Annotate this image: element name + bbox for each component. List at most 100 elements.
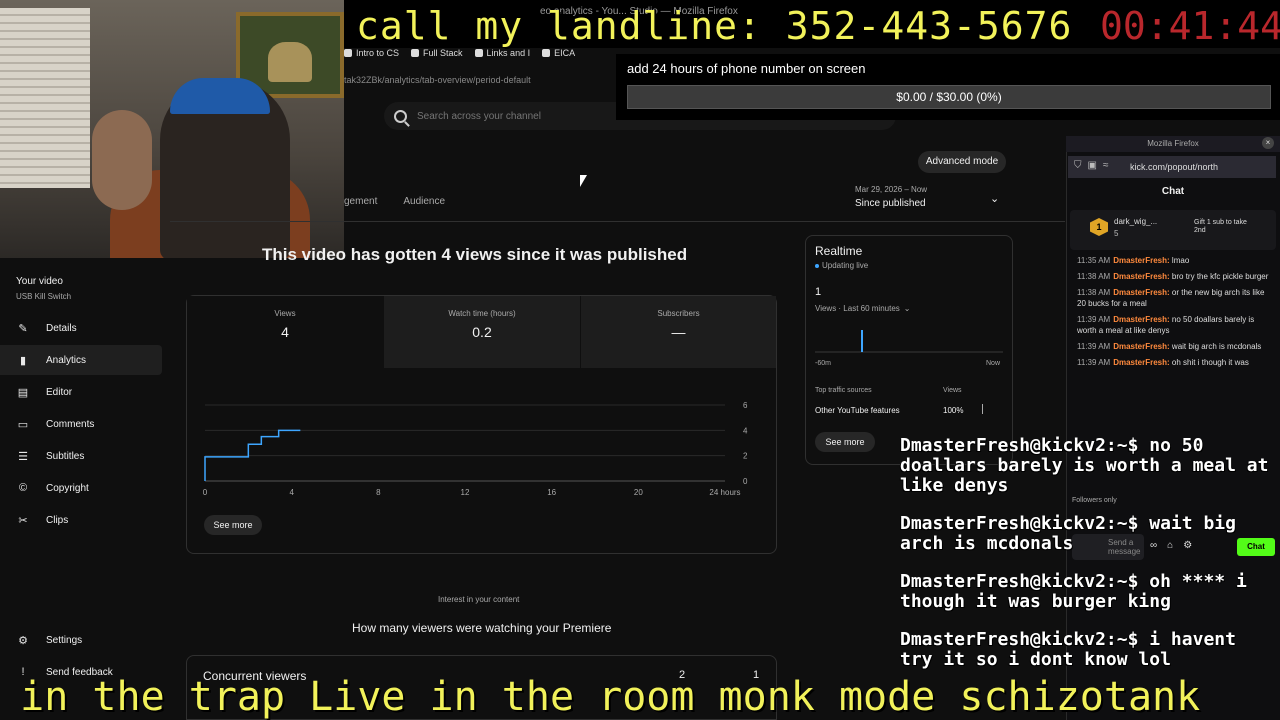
chevron-down-icon: ⌄ xyxy=(903,304,911,313)
lock-icon[interactable]: ▣ xyxy=(1088,160,1097,171)
traffic-source-bar xyxy=(982,404,983,414)
realtime-count: 1 xyxy=(815,286,822,298)
mouse-cursor-icon xyxy=(580,175,587,187)
chat-text: oh shit i though it was xyxy=(1171,358,1249,367)
chat-message: 11:38 AM DmasterFresh: bro try the kfc pi… xyxy=(1077,271,1273,282)
metric-value: 4 xyxy=(281,324,289,340)
chat-user[interactable]: DmasterFresh: xyxy=(1113,342,1169,351)
bookmark-icon xyxy=(344,49,352,57)
settings-label: Settings xyxy=(46,634,83,646)
tab-engagement[interactable]: gement xyxy=(344,196,377,207)
bookmark[interactable]: Intro to CS xyxy=(344,48,399,58)
gifter-count: 5 xyxy=(1114,229,1119,238)
interest-heading: Interest in your content xyxy=(438,595,520,604)
realtime-subtitle-text: Views · Last 60 minutes xyxy=(815,304,900,313)
metric-views[interactable]: Views 4 xyxy=(187,296,383,368)
pencil-icon: ✎ xyxy=(18,322,28,335)
nav-label: Copyright xyxy=(46,482,89,494)
goal-progress-text: $0.00 / $30.00 (0%) xyxy=(896,90,1002,104)
metric-subscribers[interactable]: Subscribers — xyxy=(581,296,776,368)
gift-sub-prompt[interactable]: Gift 1 sub to take 2nd xyxy=(1194,219,1260,235)
realtime-bar-chart xyxy=(815,330,1003,353)
ticker-text: e in the trap Live in the room monk mode… xyxy=(0,675,1201,720)
nav-label: Subtitles xyxy=(46,450,85,462)
chat-message: 11:39 AM DmasterFresh: oh shit i though i… xyxy=(1077,357,1273,368)
nav-item-subtitles[interactable]: ☰ Subtitles xyxy=(0,441,162,471)
raised-hand-image xyxy=(92,110,152,210)
bookmark[interactable]: EICA xyxy=(542,48,575,58)
live-dot-icon xyxy=(815,263,819,268)
permissions-icon[interactable]: ≈ xyxy=(1103,160,1109,171)
terminal-message: DmasterFresh@kickv2:~$ i havent try it s… xyxy=(900,630,1278,670)
terminal-prompt: DmasterFresh@kickv2:~$ xyxy=(900,571,1139,592)
chat-message: 11:35 AM DmasterFresh: lmao xyxy=(1077,255,1273,266)
nav-item-copyright[interactable]: © Copyright xyxy=(0,473,162,503)
blue-cap-image xyxy=(170,78,270,114)
url-bar[interactable]: tak32ZBk/analytics/tab-overview/period-d… xyxy=(344,70,624,90)
analytics-icon: ▮ xyxy=(19,354,27,367)
gear-icon: ⚙ xyxy=(18,634,28,647)
video-title: USB Kill Switch xyxy=(16,292,72,301)
nav-label: Clips xyxy=(46,514,69,526)
chat-header: Chat xyxy=(1161,186,1185,197)
views-headline: This video has gotten 4 views since it w… xyxy=(262,245,688,264)
goal-title: add 24 hours of phone number on screen xyxy=(627,61,866,76)
realtime-title: Realtime xyxy=(815,244,863,258)
y-tick-label: 0 xyxy=(743,477,748,486)
gifter-name: dark_wig_... xyxy=(1114,217,1158,226)
scrolling-ticker: e in the trap Live in the room monk mode… xyxy=(0,675,1280,720)
close-icon[interactable]: × xyxy=(1262,137,1274,149)
editor-icon: ▤ xyxy=(17,386,29,399)
chat-time: 11:35 AM xyxy=(1077,256,1111,265)
nav-item-analytics[interactable]: ▮ Analytics xyxy=(0,345,162,375)
x-tick-label: 8 xyxy=(376,488,381,497)
bookmark[interactable]: Full Stack xyxy=(411,48,463,58)
nav-item-clips[interactable]: ✂ Clips xyxy=(0,505,162,535)
y-tick-label: 6 xyxy=(743,401,748,410)
chat-time: 11:39 AM xyxy=(1077,342,1111,351)
tab-divider xyxy=(170,221,1065,222)
realtime-see-more-button[interactable]: See more xyxy=(815,432,875,452)
chat-user[interactable]: DmasterFresh: xyxy=(1113,288,1169,297)
shield-icon[interactable]: ⛉ xyxy=(1074,160,1082,171)
chevron-down-icon[interactable]: ⌄ xyxy=(990,192,999,205)
x-tick-label: 4 xyxy=(289,488,294,497)
x-tick-label: 16 xyxy=(547,488,556,497)
period-selector[interactable]: Since published xyxy=(855,198,926,209)
metric-watch-time[interactable]: Watch time (hours) 0.2 xyxy=(384,296,580,368)
x-tick-label: 24 hours xyxy=(709,488,740,497)
traffic-source-pct: 100% xyxy=(943,406,964,415)
search-input[interactable] xyxy=(417,110,617,122)
see-more-button[interactable]: See more xyxy=(204,515,262,535)
bookmark[interactable]: Links and I xyxy=(474,48,530,58)
chat-text: bro try the kfc pickle burger xyxy=(1171,272,1269,281)
comments-icon: ▭ xyxy=(17,418,29,431)
realtime-axis-start: -60m xyxy=(815,360,831,367)
realtime-subtitle[interactable]: Views · Last 60 minutes ⌄ xyxy=(815,304,910,313)
terminal-prompt: DmasterFresh@kickv2:~$ xyxy=(900,435,1139,456)
advanced-mode-button[interactable]: Advanced mode xyxy=(918,151,1006,173)
chat-user[interactable]: DmasterFresh: xyxy=(1113,272,1169,281)
bookmark-label: Full Stack xyxy=(423,48,463,58)
views-line-chart: 0 2 4 6 0 4 8 12 16 20 24 hours xyxy=(203,401,748,497)
chat-user[interactable]: DmasterFresh: xyxy=(1113,315,1169,324)
search-icon xyxy=(394,109,407,123)
nav-label: Details xyxy=(46,322,77,334)
nav-item-details[interactable]: ✎ Details xyxy=(0,313,162,343)
metric-label: Views xyxy=(274,309,296,318)
nav-label: Analytics xyxy=(46,354,87,366)
your-video-label: Your video xyxy=(16,276,63,287)
bookmark-icon xyxy=(542,49,551,57)
metric-label: Subscribers xyxy=(657,309,700,318)
chat-time: 11:38 AM xyxy=(1077,288,1111,297)
nav-item-comments[interactable]: ▭ Comments xyxy=(0,409,162,439)
chat-user[interactable]: DmasterFresh: xyxy=(1113,358,1169,367)
settings-button[interactable]: ⚙ Settings xyxy=(16,630,166,650)
chat-message: 11:39 AM DmasterFresh: wait big arch is m… xyxy=(1077,341,1273,352)
bookmark-icon xyxy=(474,49,483,57)
tab-audience[interactable]: Audience xyxy=(403,196,445,207)
nav-item-editor[interactable]: ▤ Editor xyxy=(0,377,162,407)
realtime-status-text: Updating live xyxy=(822,261,869,270)
bookmark-label: EICA xyxy=(554,48,576,58)
chat-user[interactable]: DmasterFresh: xyxy=(1113,256,1169,265)
